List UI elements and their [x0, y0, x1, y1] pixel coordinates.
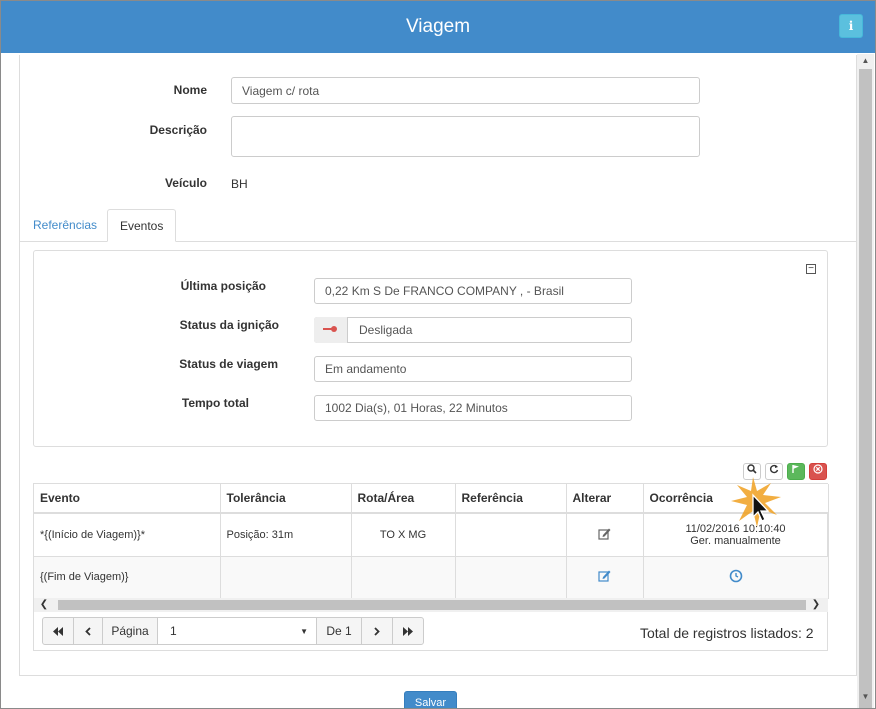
clock-icon[interactable] [729, 569, 743, 586]
page-label: Página [102, 617, 158, 645]
cell-rota: TO X MG [351, 513, 456, 557]
tempo-total-field: 1002 Dia(s), 01 Horas, 22 Minutos [314, 395, 632, 421]
ignition-key-icon [314, 317, 348, 343]
cell-tolerancia: Posição: 31m [220, 513, 352, 557]
status-viagem-value: Em andamento [325, 362, 407, 376]
edit-icon[interactable] [597, 570, 612, 585]
total-records: Total de registros listados: 2 [640, 625, 814, 641]
veiculo-label: Veículo [164, 176, 207, 190]
mouse-cursor-icon [727, 473, 787, 533]
page-of-label: De 1 [316, 617, 362, 645]
table-row[interactable]: *{(Início de Viagem)}* Posição: 31m TO X… [34, 513, 829, 557]
ignicao-field: Desligada [314, 317, 632, 343]
veiculo-value: BH [231, 177, 248, 191]
horizontal-scrollbar[interactable]: ❮ ❯ [34, 598, 828, 612]
cell-evento: *{(Início de Viagem)}* [34, 513, 221, 557]
page-select[interactable]: 1 ▼ [157, 617, 317, 645]
ignicao-label: Status da ignição [179, 318, 279, 332]
save-button[interactable]: Salvar [404, 691, 457, 708]
title-bar: Viagem i [1, 1, 875, 53]
page-select-value: 1 [170, 624, 177, 638]
col-header-tolerancia[interactable]: Tolerância [220, 484, 352, 514]
scroll-up-icon[interactable]: ▲ [857, 54, 874, 68]
tab-eventos[interactable]: Eventos [107, 209, 177, 242]
cell-alterar [566, 513, 644, 557]
remove-icon[interactable] [809, 463, 827, 480]
nome-input[interactable]: Viagem c/ rota [231, 77, 700, 104]
col-header-evento[interactable]: Evento [34, 484, 221, 514]
ignicao-value: Desligada [359, 323, 413, 337]
descricao-textarea[interactable] [231, 116, 700, 157]
cell-referencia [455, 513, 567, 557]
cell-rota [351, 556, 456, 599]
next-page-icon[interactable] [361, 617, 393, 645]
cell-ocorrencia [643, 556, 829, 599]
ultima-posicao-label: Última posição [180, 279, 266, 293]
descricao-label: Descrição [149, 123, 207, 137]
flag-icon[interactable] [787, 463, 805, 480]
col-header-alterar[interactable]: Alterar [566, 484, 644, 514]
vertical-scrollbar[interactable]: ▲ ▼ [857, 54, 874, 708]
ultima-posicao-value: 0,22 Km S De FRANCO COMPANY , - Brasil [325, 284, 564, 298]
tab-referencias[interactable]: Referências [21, 209, 109, 242]
cell-alterar [566, 556, 644, 599]
table-row[interactable]: {(Fim de Viagem)} [34, 556, 829, 599]
first-page-icon[interactable] [42, 617, 74, 645]
scroll-left-icon[interactable]: ❮ [36, 598, 52, 612]
ocorrencia-note: Ger. manualmente [690, 534, 781, 547]
status-viagem-label: Status de viagem [179, 357, 278, 371]
edit-icon[interactable] [597, 528, 612, 543]
chevron-down-icon: ▼ [300, 626, 308, 636]
col-header-referencia[interactable]: Referência [455, 484, 567, 514]
nome-value: Viagem c/ rota [242, 83, 320, 98]
dialog-title: Viagem [405, 16, 471, 37]
cell-evento: {(Fim de Viagem)} [34, 556, 221, 599]
tempo-total-value: 1002 Dia(s), 01 Horas, 22 Minutos [325, 401, 508, 415]
last-page-icon[interactable] [392, 617, 424, 645]
info-button[interactable]: i [839, 14, 863, 38]
col-header-rota[interactable]: Rota/Área [351, 484, 456, 514]
cell-referencia [455, 556, 567, 599]
ultima-posicao-field: 0,22 Km S De FRANCO COMPANY , - Brasil [314, 278, 632, 304]
collapse-icon[interactable]: − [806, 264, 816, 274]
events-grid: Evento Tolerância Rota/Área Referência A… [33, 483, 829, 651]
dialog-window: Viagem i ▲ ▼ Nome Viagem c/ rota Descriç… [0, 0, 876, 709]
events-table: Evento Tolerância Rota/Área Referência A… [34, 484, 829, 599]
status-viagem-field: Em andamento [314, 356, 632, 382]
pager: Página 1 ▼ De 1 [42, 617, 424, 645]
scroll-thumb[interactable] [859, 69, 872, 708]
horizontal-scroll-thumb[interactable] [58, 600, 806, 610]
tempo-total-label: Tempo total [181, 396, 249, 410]
table-header-row: Evento Tolerância Rota/Área Referência A… [34, 484, 829, 514]
cell-tolerancia [220, 556, 352, 599]
scroll-right-icon[interactable]: ❯ [808, 598, 824, 612]
nome-label: Nome [173, 83, 207, 97]
scroll-down-icon[interactable]: ▼ [857, 690, 874, 704]
prev-page-icon[interactable] [73, 617, 103, 645]
